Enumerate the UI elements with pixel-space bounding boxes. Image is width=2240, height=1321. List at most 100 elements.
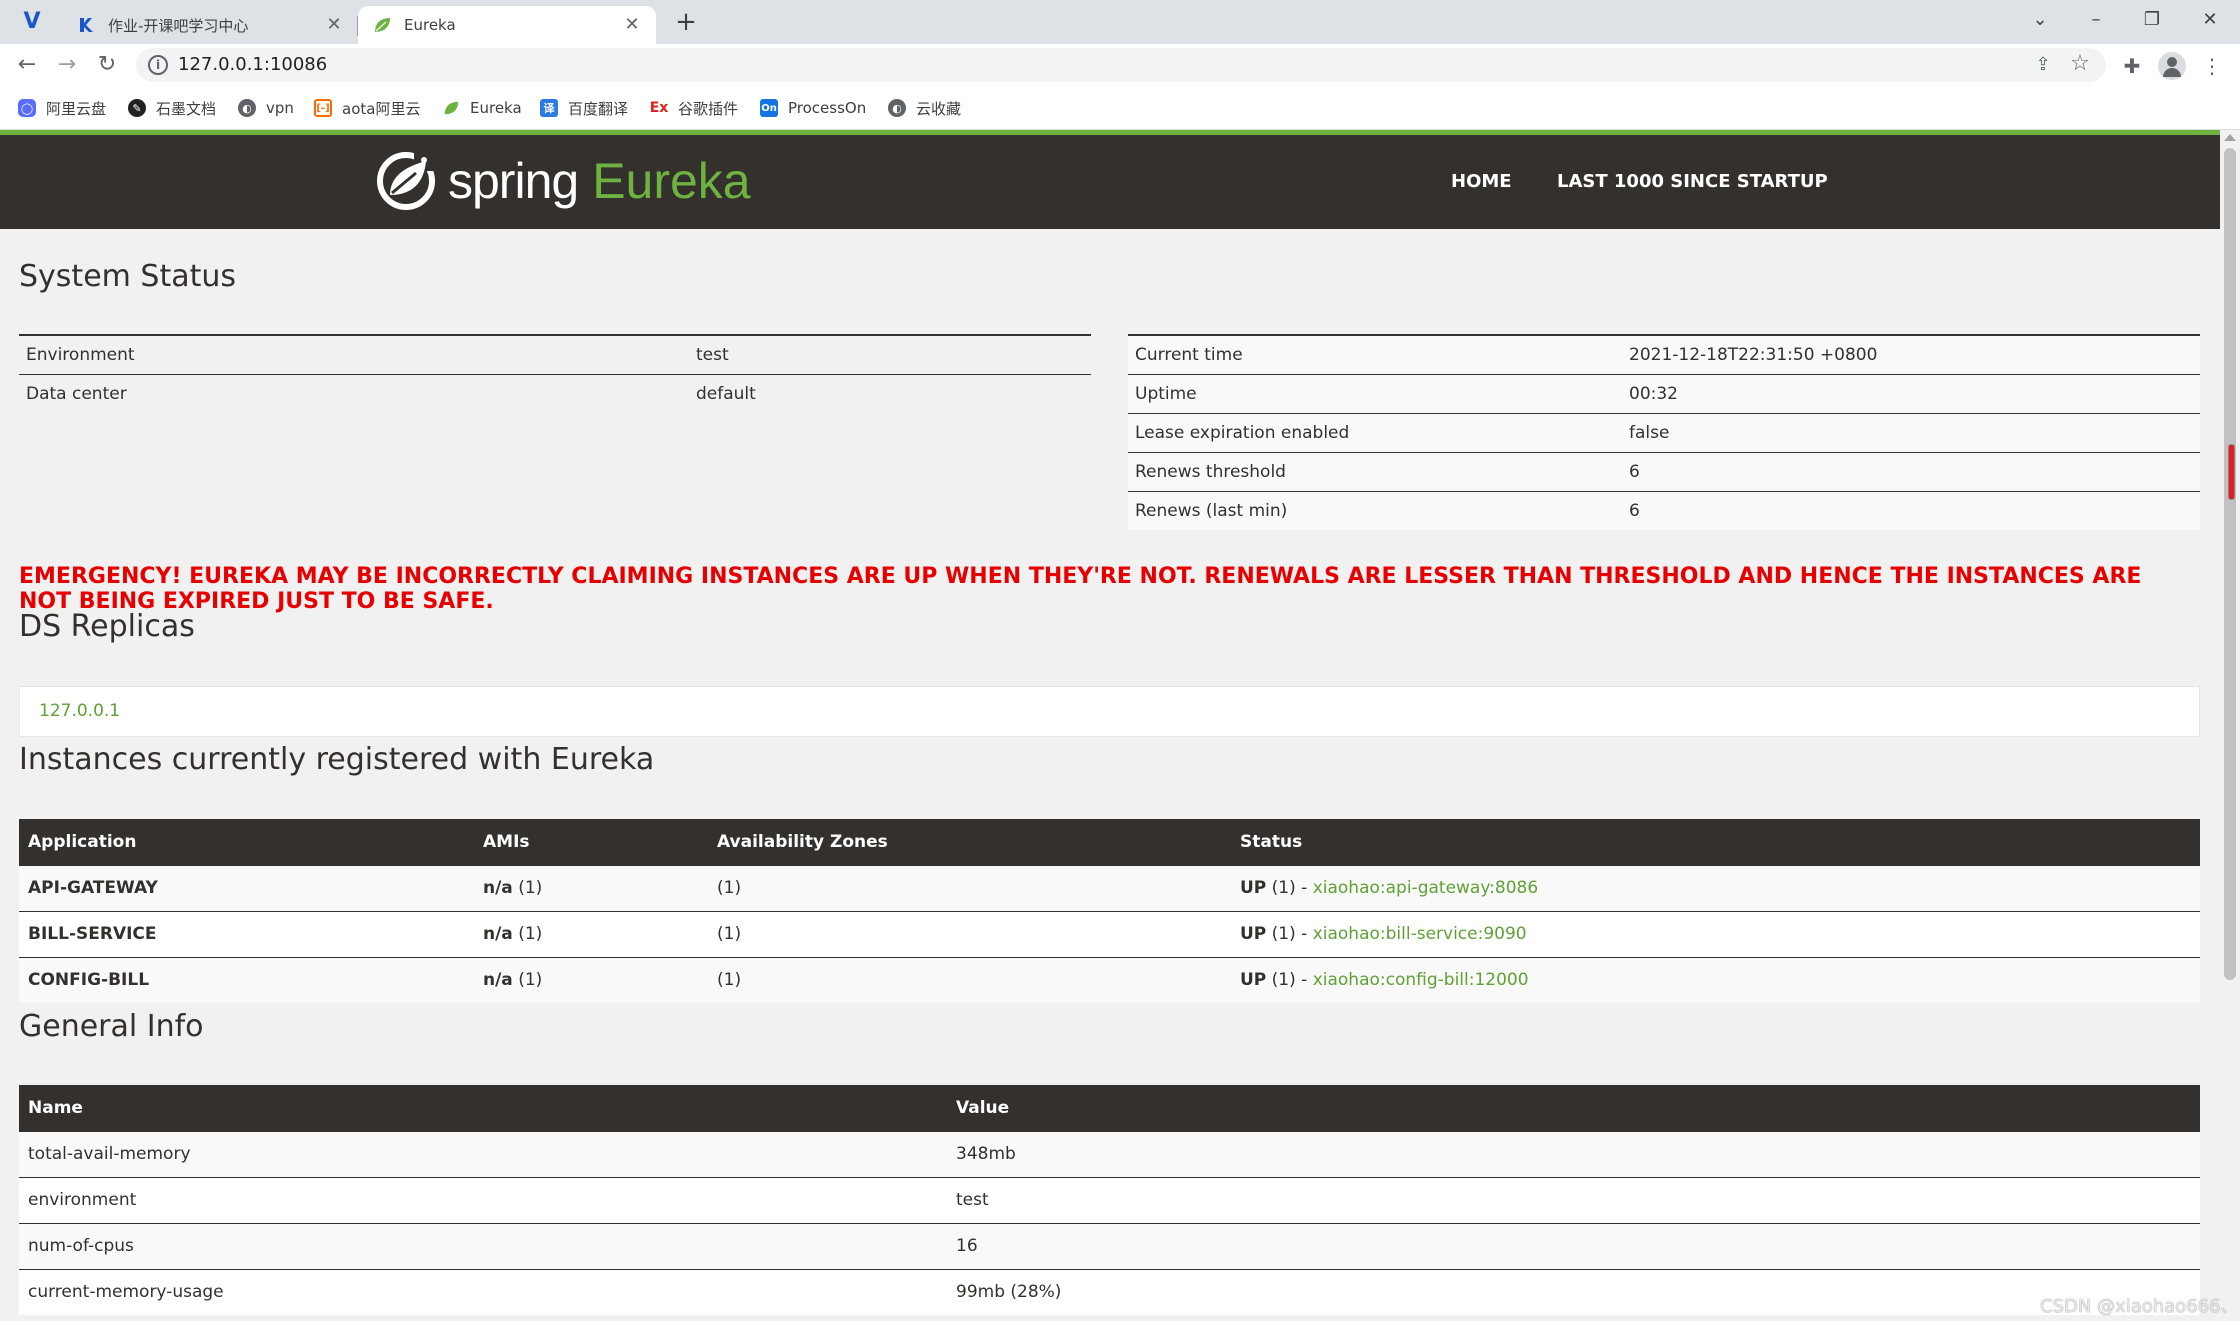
spring-eureka-logo[interactable]: spring Eureka [376,149,751,213]
status-value: 00:32 [1622,373,2200,413]
page-scrollbar[interactable] [2220,130,2240,1321]
extensions-puzzle-icon[interactable]: ✚ [2118,52,2146,80]
processon-icon: On [760,99,778,117]
bookmark-label: 云收藏 [916,99,962,118]
instance-link[interactable]: xiaohao:bill-service:9090 [1313,924,1527,944]
tab-title: 作业-开课吧学习中心 [108,16,249,35]
status-cell: UP (1) - xiaohao:api-gateway:8086 [1231,864,2200,911]
application-name: BILL-SERVICE [19,910,474,957]
info-value: 99mb (28%) [947,1268,2200,1315]
tab-strip: V 作业-开课吧学习中心 ✕ Eureka ✕ + ⌄ – ❐ ✕ [0,0,2240,44]
column-header: Name [19,1085,947,1131]
browser-toolbar: ← → ↻ i ⇪ ☆ ✚ ⋮ [0,44,2240,86]
logo-spring-text: spring [448,153,579,209]
table-header-row: Name Value [19,1085,2200,1131]
instance-link[interactable]: xiaohao:api-gateway:8086 [1313,878,1538,898]
bookmark-label: 阿里云盘 [46,99,107,118]
bookmark-google-plugins[interactable]: Ex 谷歌插件 [650,96,738,120]
zones-cell: (1) [708,864,1231,911]
nav-last-1000-link[interactable]: LAST 1000 SINCE STARTUP [1557,167,1828,197]
bookmark-label: vpn [266,99,294,117]
bookmark-baidu-translate[interactable]: 译 百度翻译 [540,96,628,120]
close-tab-icon[interactable]: ✕ [324,15,344,35]
ami-cell: n/a (1) [474,956,708,1003]
info-name: current-memory-usage [19,1268,947,1315]
new-tab-button[interactable]: + [672,8,700,36]
share-icon[interactable]: ⇪ [2032,54,2054,76]
status-label: Renews threshold [1128,451,1622,491]
bookmark-processon[interactable]: On ProcessOn [760,96,866,120]
close-tab-icon[interactable]: ✕ [622,15,642,35]
status-value: test [689,334,1091,374]
tab-kaikeba[interactable]: 作业-开课吧学习中心 ✕ [62,6,358,44]
status-label: UP [1240,924,1267,944]
profile-avatar-icon[interactable] [2158,52,2186,80]
bookmark-star-icon[interactable]: ☆ [2068,52,2092,76]
shimo-icon: ✎ [128,99,146,117]
status-count: (1) - [1271,970,1308,991]
instance-link[interactable]: xiaohao:config-bill:12000 [1313,970,1529,990]
table-row: environment test [19,1176,2200,1223]
forward-arrow-icon[interactable]: → [52,50,82,80]
system-status-heading: System Status [19,259,237,294]
bookmark-label: Eureka [470,99,522,117]
bookmark-label: ProcessOn [788,99,867,117]
minimize-button[interactable]: – [2076,4,2116,36]
bookmark-shimo[interactable]: ✎ 石墨文档 [128,96,216,120]
table-row: Renews threshold 6 [1128,451,2200,491]
bookmark-eureka[interactable]: Eureka [442,96,522,120]
table-row: Current time 2021-12-18T22:31:50 +0800 [1128,334,2200,374]
spring-leaf-icon [442,99,460,117]
table-row: BILL-SERVICE n/a (1) (1) UP (1) - xiaoha… [19,910,2200,957]
info-value: test [947,1176,2200,1223]
close-window-button[interactable]: ✕ [2190,4,2230,36]
bookmark-aota-aliyun[interactable]: [-] aota阿里云 [314,96,420,120]
status-label: UP [1240,878,1267,898]
menu-kebab-icon[interactable]: ⋮ [2198,52,2226,80]
table-header-row: Application AMIs Availability Zones Stat… [19,819,2200,865]
scroll-thumb[interactable] [2224,148,2236,980]
ami-cell: n/a (1) [474,910,708,957]
system-status-left-table: Environment test Data center default [19,334,1091,413]
bookmark-cloud-favorites[interactable]: ◐ 云收藏 [888,96,961,120]
bookmark-label: 百度翻译 [568,99,629,118]
restore-button[interactable]: ❐ [2132,4,2172,36]
back-arrow-icon[interactable]: ← [12,50,42,80]
tab-search-chevron-icon[interactable]: ⌄ [2020,4,2060,36]
application-name: API-GATEWAY [19,864,474,911]
address-bar[interactable]: i ⇪ ☆ [136,48,2106,82]
reload-icon[interactable]: ↻ [92,50,122,80]
globe-icon: ◐ [888,99,906,117]
table-row: Uptime 00:32 [1128,373,2200,413]
page-viewport: spring Eureka HOME LAST 1000 SINCE START… [0,130,2240,1321]
main-content: System Status Environment test Data cent… [0,229,2220,1321]
spring-leaf-icon [372,15,392,35]
aliyun-drive-icon: ◯ [18,99,36,117]
status-label: Uptime [1128,373,1622,413]
application-name: CONFIG-BILL [19,956,474,1003]
scroll-position-marker [2228,444,2235,500]
status-count: (1) - [1271,878,1308,898]
globe-icon: ◐ [238,99,256,117]
bookmark-aliyun-drive[interactable]: ◯ 阿里云盘 [18,96,106,120]
ami-count: (1) [518,924,543,944]
tab-eureka[interactable]: Eureka ✕ [358,6,656,44]
table-row: CONFIG-BILL n/a (1) (1) UP (1) - xiaohao… [19,956,2200,1003]
zones-cell: (1) [708,910,1231,957]
info-name: num-of-cpus [19,1222,947,1269]
ami-cell: n/a (1) [474,864,708,911]
bookmark-vpn[interactable]: ◐ vpn [238,96,294,120]
site-info-icon[interactable]: i [148,55,168,75]
status-cell: UP (1) - xiaohao:bill-service:9090 [1231,910,2200,957]
status-label: UP [1240,970,1267,991]
status-value: false [1622,412,2200,452]
aliyun-icon: [-] [314,99,332,117]
nav-home-link[interactable]: HOME [1451,167,1512,197]
replica-link[interactable]: 127.0.0.1 [39,701,120,721]
url-input[interactable] [178,48,1678,82]
kaikeba-favicon-icon [76,15,96,35]
scroll-up-arrow-icon[interactable] [2224,134,2236,141]
vivaldi-app-icon[interactable]: V [20,10,44,34]
table-row: num-of-cpus 16 [19,1222,2200,1269]
status-cell: UP (1) - xiaohao:config-bill:12000 [1231,956,2200,1003]
